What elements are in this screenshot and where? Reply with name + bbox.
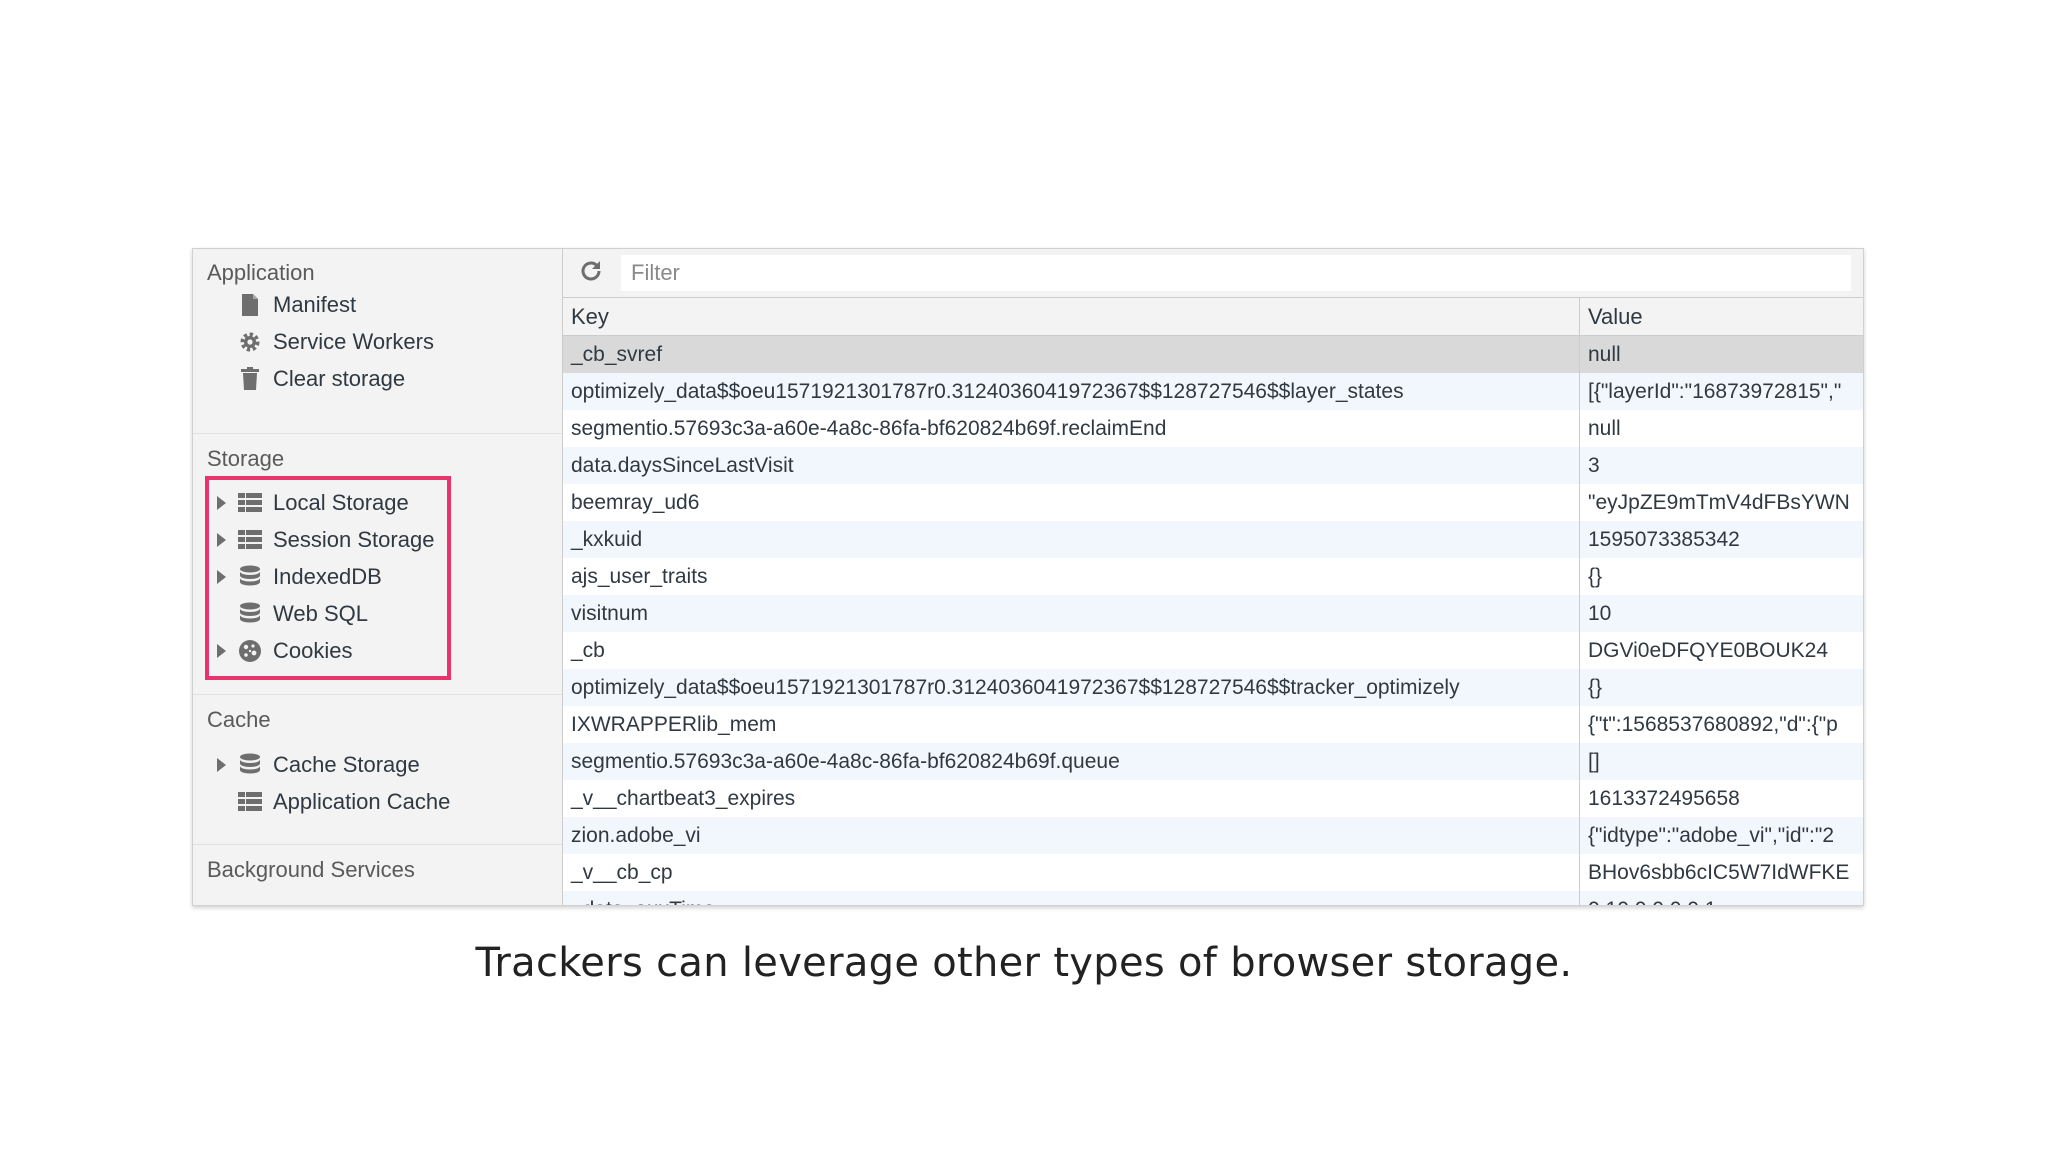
key-cell[interactable]: zion.adobe_vi [563, 817, 1579, 854]
value-cell[interactable]: {"t":1568537680892,"d":{"p [1580, 706, 1863, 743]
gear-icon [237, 329, 263, 355]
section-title-cache: Cache [207, 707, 271, 732]
value-cell[interactable]: [{"layerId":"16873972815"," [1580, 373, 1863, 410]
section-divider [193, 433, 562, 434]
section-divider [193, 844, 562, 845]
slide: Application Manifest Service Workers Cle… [0, 0, 2048, 1152]
sidebar-item-cache-storage[interactable]: Cache Storage [193, 746, 562, 783]
sidebar-item-label: Clear storage [273, 365, 406, 391]
key-cell[interactable]: segmentio.57693c3a-a60e-4a8c-86fa-bf6208… [563, 410, 1579, 447]
highlight-box [205, 476, 451, 680]
devtools-application-panel: Application Manifest Service Workers Cle… [192, 248, 1864, 906]
section-title-storage: Storage [207, 446, 285, 471]
toolbar [563, 249, 1863, 298]
table-row[interactable]: ajs_user_traits{} [563, 558, 1863, 595]
sidebar-item-label: Cache Storage [273, 751, 420, 777]
value-cell[interactable]: BHov6sbb6cIC5W7IdWFKE [1580, 854, 1863, 891]
sidebar-item-label: Application Cache [273, 788, 451, 814]
table-row[interactable]: IXWRAPPERlib_mem {"t":1568537680892,"d":{… [563, 706, 1863, 743]
table-row[interactable]: visitnum 10 [563, 595, 1863, 632]
value-cell[interactable]: [] [1580, 743, 1863, 780]
sidebar-item-manifest[interactable]: Manifest [193, 286, 562, 323]
filter-input[interactable] [621, 255, 1851, 291]
table-row[interactable]: _v__chartbeat3_expires 1613372495658 [563, 780, 1863, 817]
table-row[interactable]: optimizely_data$$oeu1571921301787r0.3124… [563, 669, 1863, 706]
value-cell[interactable]: 3 [1580, 447, 1863, 484]
value-cell[interactable]: 1595073385342 [1580, 521, 1863, 558]
refresh-button[interactable] [575, 257, 607, 289]
grid-icon [237, 789, 263, 815]
table-row[interactable]: beemray_ud6 "eyJpZE9mTmV4dFBsYWN [563, 484, 1863, 521]
value-cell[interactable]: null [1580, 410, 1863, 447]
value-cell[interactable]: {} [1580, 558, 1863, 595]
sidebar-item-application-cache[interactable]: Application Cache [193, 783, 562, 820]
key-cell[interactable]: optimizely_data$$oeu1571921301787r0.3124… [563, 669, 1579, 706]
key-cell[interactable]: ajs_user_traits [563, 558, 1579, 595]
key-cell[interactable]: _kxkuid [563, 521, 1579, 558]
key-cell[interactable]: _v__chartbeat3_expires [563, 780, 1579, 817]
key-cell[interactable]: data.daysSinceLastVisit [563, 447, 1579, 484]
column-header-value[interactable]: Value [1580, 298, 1863, 335]
sidebar-item-clear-storage[interactable]: Clear storage [193, 360, 562, 397]
value-cell[interactable]: 10 [1580, 595, 1863, 632]
column-header-key[interactable]: Key [563, 298, 1579, 335]
key-cell[interactable]: segmentio.57693c3a-a60e-4a8c-86fa-bf6208… [563, 743, 1579, 780]
key-cell[interactable]: _data_auxTime [563, 891, 1579, 905]
table-row[interactable]: _kxkuid 1595073385342 [563, 521, 1863, 558]
trash-icon [237, 366, 263, 392]
column-divider[interactable] [1579, 298, 1580, 905]
key-cell[interactable]: _v__cb_cp [563, 854, 1579, 891]
value-cell[interactable]: null [1580, 336, 1863, 373]
storage-table-panel: Key Value _cb_svrefnulloptimizely_data$$… [563, 249, 1863, 905]
sidebar: Application Manifest Service Workers Cle… [193, 249, 563, 905]
table-body: _cb_svref null optimizely_data$$oeu1571921… [563, 336, 1863, 905]
key-cell[interactable]: optimizely_data$$oeu1571921301787r0.3124… [563, 373, 1579, 410]
refresh-icon [578, 258, 604, 289]
sidebar-item-service-workers[interactable]: Service Workers [193, 323, 562, 360]
value-cell[interactable]: 1613372495658 [1580, 780, 1863, 817]
sidebar-item-label: Manifest [273, 291, 357, 317]
slide-caption: Trackers can leverage other types of bro… [475, 940, 1573, 986]
table-row[interactable]: data.daysSinceLastVisit 3 [563, 447, 1863, 484]
table-row[interactable]: segmentio.57693c3a-a60e-4a8c-86fa-bf6208… [563, 410, 1863, 447]
key-cell[interactable]: beemray_ud6 [563, 484, 1579, 521]
table-row[interactable]: _v__cb_cp BHov6sbb6cIC5W7IdWFKE [563, 854, 1863, 891]
sidebar-item-label: Service Workers [273, 328, 434, 354]
value-cell[interactable]: DGVi0eDFQYE0BOUK24 [1580, 632, 1863, 669]
expand-arrow-icon[interactable] [217, 757, 226, 772]
database-icon [237, 752, 263, 778]
table-row[interactable]: _cb_svref null [563, 336, 1863, 373]
table-row[interactable]: _data_auxTime0.10.0.0.0.0.1 [563, 891, 1863, 905]
value-cell[interactable]: {} [1580, 669, 1863, 706]
key-cell[interactable]: _cb [563, 632, 1579, 669]
section-title-application: Application [207, 260, 315, 285]
key-cell[interactable]: _cb_svref [563, 336, 1579, 373]
key-cell[interactable]: visitnum [563, 595, 1579, 632]
table-row[interactable]: _cb DGVi0eDFQYE0BOUK24 [563, 632, 1863, 669]
table-row[interactable]: segmentio.57693c3a-a60e-4a8c-86fa-bf6208… [563, 743, 1863, 780]
value-cell[interactable]: {"idtype":"adobe_vi","id":"2 [1580, 817, 1863, 854]
table-row[interactable]: optimizely_data$$oeu1571921301787r0.3124… [563, 373, 1863, 410]
key-cell[interactable]: IXWRAPPERlib_mem [563, 706, 1579, 743]
value-cell[interactable]: "eyJpZE9mTmV4dFBsYWN [1580, 484, 1863, 521]
file-icon [237, 292, 263, 318]
value-cell[interactable]: 0.10.0.0.0.0.1 [1580, 891, 1863, 905]
table-header: Key Value [563, 298, 1863, 336]
section-title-background-services[interactable]: Background Services [207, 854, 415, 886]
table-row[interactable]: zion.adobe_vi {"idtype":"adobe_vi","id":"… [563, 817, 1863, 854]
section-divider [193, 694, 562, 695]
